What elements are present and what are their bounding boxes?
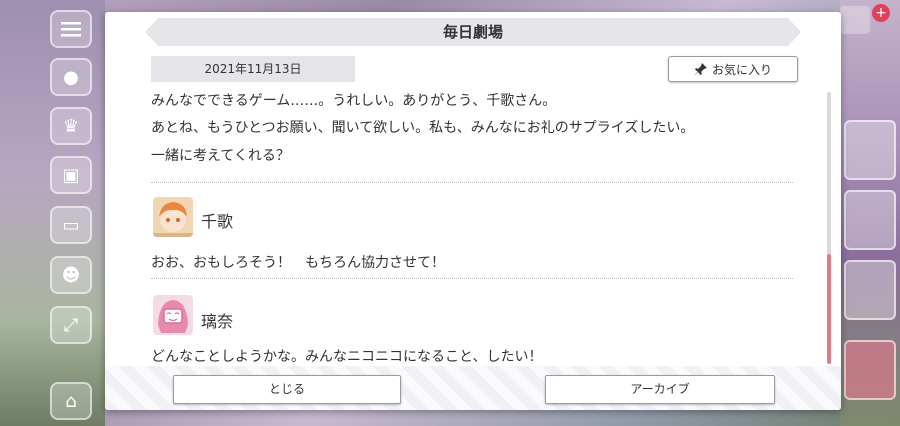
crown-icon: ♛ (62, 115, 80, 137)
side-button-chat[interactable]: ● (50, 58, 92, 96)
favorite-button[interactable]: お気に入り (668, 56, 798, 82)
divider (151, 278, 793, 279)
scrollbar[interactable] (827, 92, 831, 364)
speaker-name: 璃奈 (201, 312, 234, 331)
plus-icon[interactable]: + (872, 4, 890, 22)
speech-bubble-icon: ● (63, 66, 79, 88)
background-left-panel: ● ♛ ▣ ▭ ☻ ⤢ ⌂ (0, 0, 105, 426)
message-line: どんなことしようかな。みんなニコニコになること、したい！ (151, 349, 543, 365)
message-line: おお、おもしろそう！ もちろん協力させて！ (151, 255, 445, 271)
expand-icon: ⤢ (63, 314, 79, 336)
right-tile-1[interactable] (844, 120, 896, 180)
screen-icon: ▭ (62, 214, 80, 236)
message-line: みんなでできるゲーム……。うれしい。ありがとう、千歌さん。 (151, 93, 557, 109)
date-label: 2021年11月13日 (151, 56, 355, 82)
people-icon: ☻ (61, 264, 81, 286)
dialog-title: 毎日劇場 (442, 23, 503, 41)
archive-button[interactable]: アーカイブ (545, 375, 775, 404)
favorite-label: お気に入り (711, 62, 772, 77)
scroll-thumb[interactable] (827, 254, 831, 364)
right-tile-2[interactable] (844, 190, 896, 250)
side-button-expand[interactable]: ⤢ (50, 306, 92, 344)
side-button-gift[interactable]: ▣ (50, 156, 92, 194)
home-icon: ⌂ (65, 390, 77, 412)
dialog-content[interactable]: みんなでできるゲーム……。うれしい。ありがとう、千歌さん。 あとね、もうひとつお… (151, 90, 797, 366)
side-button-2[interactable]: ♛ (50, 107, 92, 145)
side-button-4[interactable]: ▭ (50, 206, 92, 244)
speaker-name: 千歌 (201, 212, 234, 231)
right-tile-3[interactable] (844, 260, 896, 320)
menu-button[interactable] (50, 10, 92, 48)
side-button-5[interactable]: ☻ (50, 256, 92, 294)
daily-theater-dialog: 毎日劇場 2021年11月13日 お気に入り みんなでできるゲーム……。うれしい… (105, 12, 841, 410)
side-button-home[interactable]: ⌂ (50, 382, 92, 420)
background-right-panel: + (840, 0, 900, 426)
hamburger-icon (61, 22, 81, 37)
avatar-rina (153, 295, 193, 335)
gift-icon: ▣ (62, 164, 80, 186)
right-tile-4[interactable] (844, 340, 896, 400)
avatar-chika (153, 197, 193, 237)
close-button[interactable]: とじる (173, 375, 401, 404)
status-indicator (840, 6, 870, 34)
pin-icon (694, 63, 707, 75)
message-line: あとね、もうひとつお願い、聞いて欲しい。私も、みんなにお礼のサプライズしたい。 (151, 120, 695, 136)
divider (151, 182, 793, 183)
message-line: 一緒に考えてくれる？ (151, 148, 290, 164)
